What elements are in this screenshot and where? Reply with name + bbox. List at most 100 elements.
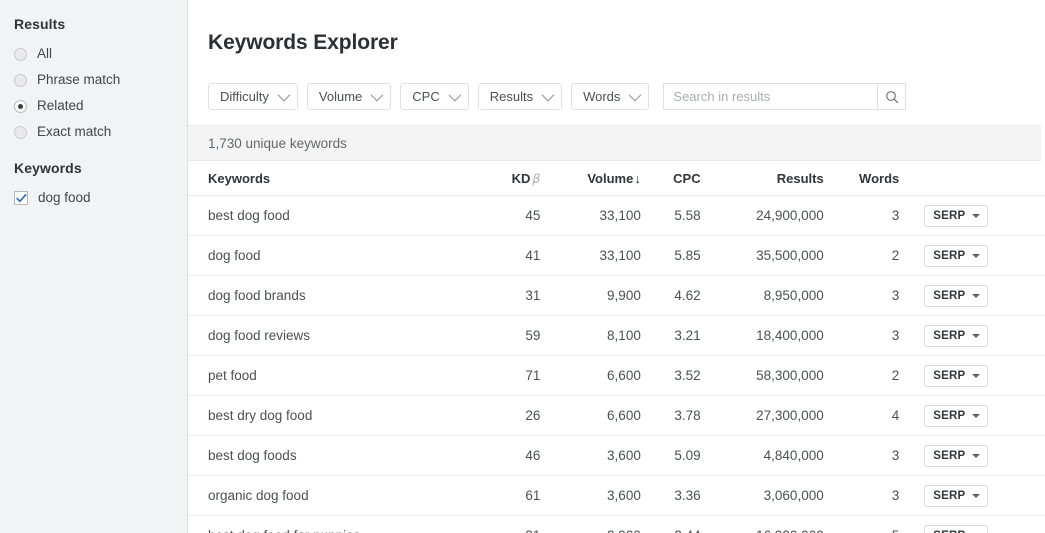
table-row[interactable]: dog food reviews 59 8,100 3.21 18,400,000 3 SE…	[188, 315, 1045, 357]
caret-down-icon	[972, 373, 981, 378]
caret-down-icon	[972, 413, 981, 418]
cell-words: 2	[825, 235, 905, 277]
column-header-keywords[interactable]: Keywords	[188, 161, 476, 197]
column-label: Keywords	[208, 170, 271, 186]
cell-keyword[interactable]: pet food	[188, 355, 476, 397]
column-header-words[interactable]: Words	[825, 161, 905, 197]
cell-cpc: 5.09	[642, 435, 703, 477]
serp-dropdown-button[interactable]: SERP	[924, 244, 989, 267]
sidebar-radio-exact-match[interactable]: Exact match	[0, 119, 187, 145]
column-header-volume[interactable]: Volume↓	[544, 161, 643, 197]
filter-button-results[interactable]: Results	[477, 83, 563, 111]
serp-button-label: SERP	[933, 489, 966, 502]
caret-down-icon	[972, 293, 981, 298]
filter-button-difficulty[interactable]: Difficulty	[208, 83, 298, 111]
serp-dropdown-button[interactable]: SERP	[924, 484, 989, 507]
cell-volume: 6,600	[544, 395, 643, 437]
cell-keyword[interactable]: dog food	[188, 235, 476, 277]
serp-dropdown-button[interactable]: SERP	[924, 524, 989, 533]
search-input[interactable]	[663, 83, 878, 111]
cell-kd: 41	[475, 235, 545, 277]
sidebar-radio-phrase-match[interactable]: Phrase match	[0, 67, 187, 93]
serp-button-label: SERP	[933, 369, 966, 382]
cell-kd: 31	[475, 275, 545, 317]
cell-results: 35,500,000	[702, 235, 826, 277]
serp-dropdown-button[interactable]: SERP	[924, 284, 989, 307]
caret-down-icon	[972, 453, 981, 458]
sidebar-checkbox-label: dog food	[38, 190, 91, 206]
cell-keyword[interactable]: dog food reviews	[188, 315, 476, 357]
cell-results: 4,840,000	[702, 435, 826, 477]
column-header-kd[interactable]: KD β	[475, 161, 545, 197]
chevron-down-icon	[628, 88, 642, 102]
keywords-explorer-app: Results All Phrase match Related Exact m…	[0, 0, 1045, 533]
cell-results: 27,300,000	[702, 395, 826, 437]
cell-kd: 26	[475, 395, 545, 437]
cell-keyword[interactable]: organic dog food	[188, 475, 476, 517]
serp-dropdown-button[interactable]: SERP	[924, 404, 989, 427]
search-submit-button[interactable]	[877, 83, 907, 111]
cell-keyword[interactable]: best dry dog food	[188, 395, 476, 437]
serp-dropdown-button[interactable]: SERP	[924, 444, 989, 467]
table-row[interactable]: best dry dog food 26 6,600 3.78 27,300,000 4 S…	[188, 395, 1045, 437]
cell-serp: SERP	[904, 315, 1045, 357]
serp-button-label: SERP	[933, 289, 966, 302]
cell-words: 4	[825, 395, 905, 437]
serp-dropdown-button[interactable]: SERP	[924, 364, 989, 387]
radio-icon[interactable]	[14, 125, 27, 139]
sidebar-radio-label: Phrase match	[37, 72, 121, 88]
sidebar-radio-related[interactable]: Related	[0, 93, 187, 119]
cell-words: 3	[825, 435, 905, 477]
column-header-cpc[interactable]: CPC	[642, 161, 703, 197]
serp-button-label: SERP	[933, 209, 966, 222]
serp-dropdown-button[interactable]: SERP	[924, 324, 989, 347]
filter-button-volume[interactable]: Volume	[306, 83, 392, 111]
sidebar-radio-label: Exact match	[37, 124, 112, 140]
filter-button-label: CPC	[412, 89, 440, 105]
table-row[interactable]: best dog food 45 33,100 5.58 24,900,000 3 SERP	[188, 195, 1045, 237]
cell-words: 3	[825, 195, 905, 237]
caret-down-icon	[972, 333, 981, 338]
cell-keyword[interactable]: dog food brands	[188, 275, 476, 317]
table-row[interactable]: organic dog food 61 3,600 3.36 3,060,000 3 SER…	[188, 475, 1045, 517]
sidebar-radio-all[interactable]: All	[0, 41, 187, 67]
search-results-group	[663, 83, 907, 111]
radio-icon-selected[interactable]	[14, 99, 27, 113]
cell-cpc: 3.44	[642, 515, 703, 533]
cell-volume: 3,600	[544, 435, 643, 477]
cell-keyword[interactable]: best dog food	[188, 195, 476, 237]
table-row[interactable]: dog food 41 33,100 5.85 35,500,000 2 SERP	[188, 235, 1045, 277]
column-header-results[interactable]: Results	[702, 161, 826, 197]
column-label: CPC	[673, 170, 701, 186]
checkbox-checked-icon[interactable]	[14, 191, 28, 205]
table-row[interactable]: pet food 71 6,600 3.52 58,300,000 2 SERP	[188, 355, 1045, 397]
cell-kd: 45	[475, 195, 545, 237]
cell-kd: 31	[475, 515, 545, 533]
cell-volume: 8,100	[544, 315, 643, 357]
column-label: Words	[859, 170, 900, 186]
cell-keyword[interactable]: best dog food for puppies	[188, 515, 476, 533]
cell-serp: SERP	[904, 435, 1045, 477]
main-content: Keywords Explorer Difficulty Volume CPC …	[188, 0, 1045, 533]
cell-cpc: 4.62	[642, 275, 703, 317]
radio-icon[interactable]	[14, 73, 27, 87]
table-row[interactable]: best dog food for puppies312,9003.4416,9…	[188, 515, 1045, 533]
beta-badge-icon: β	[532, 170, 541, 186]
radio-icon[interactable]	[14, 47, 27, 61]
cell-cpc: 3.21	[642, 315, 703, 357]
sort-descending-icon: ↓	[634, 170, 641, 186]
cell-serp: SERP	[904, 515, 1045, 533]
filter-button-words[interactable]: Words	[571, 83, 650, 111]
filter-button-cpc[interactable]: CPC	[400, 83, 469, 111]
table-row[interactable]: dog food brands 31 9,900 4.62 8,950,000 3 SERP	[188, 275, 1045, 317]
cell-words: 3	[825, 275, 905, 317]
table-row[interactable]: best dog foods 46 3,600 5.09 4,840,000 3 SERP	[188, 435, 1045, 477]
cell-volume: 6,600	[544, 355, 643, 397]
chevron-down-icon	[448, 88, 461, 102]
cell-keyword[interactable]: best dog foods	[188, 435, 476, 477]
cell-results: 58,300,000	[702, 355, 826, 397]
cell-words: 3	[825, 315, 905, 357]
sidebar-checkbox-dog-food[interactable]: dog food	[0, 185, 187, 211]
cell-words: 3	[825, 475, 905, 517]
serp-dropdown-button[interactable]: SERP	[924, 204, 989, 227]
